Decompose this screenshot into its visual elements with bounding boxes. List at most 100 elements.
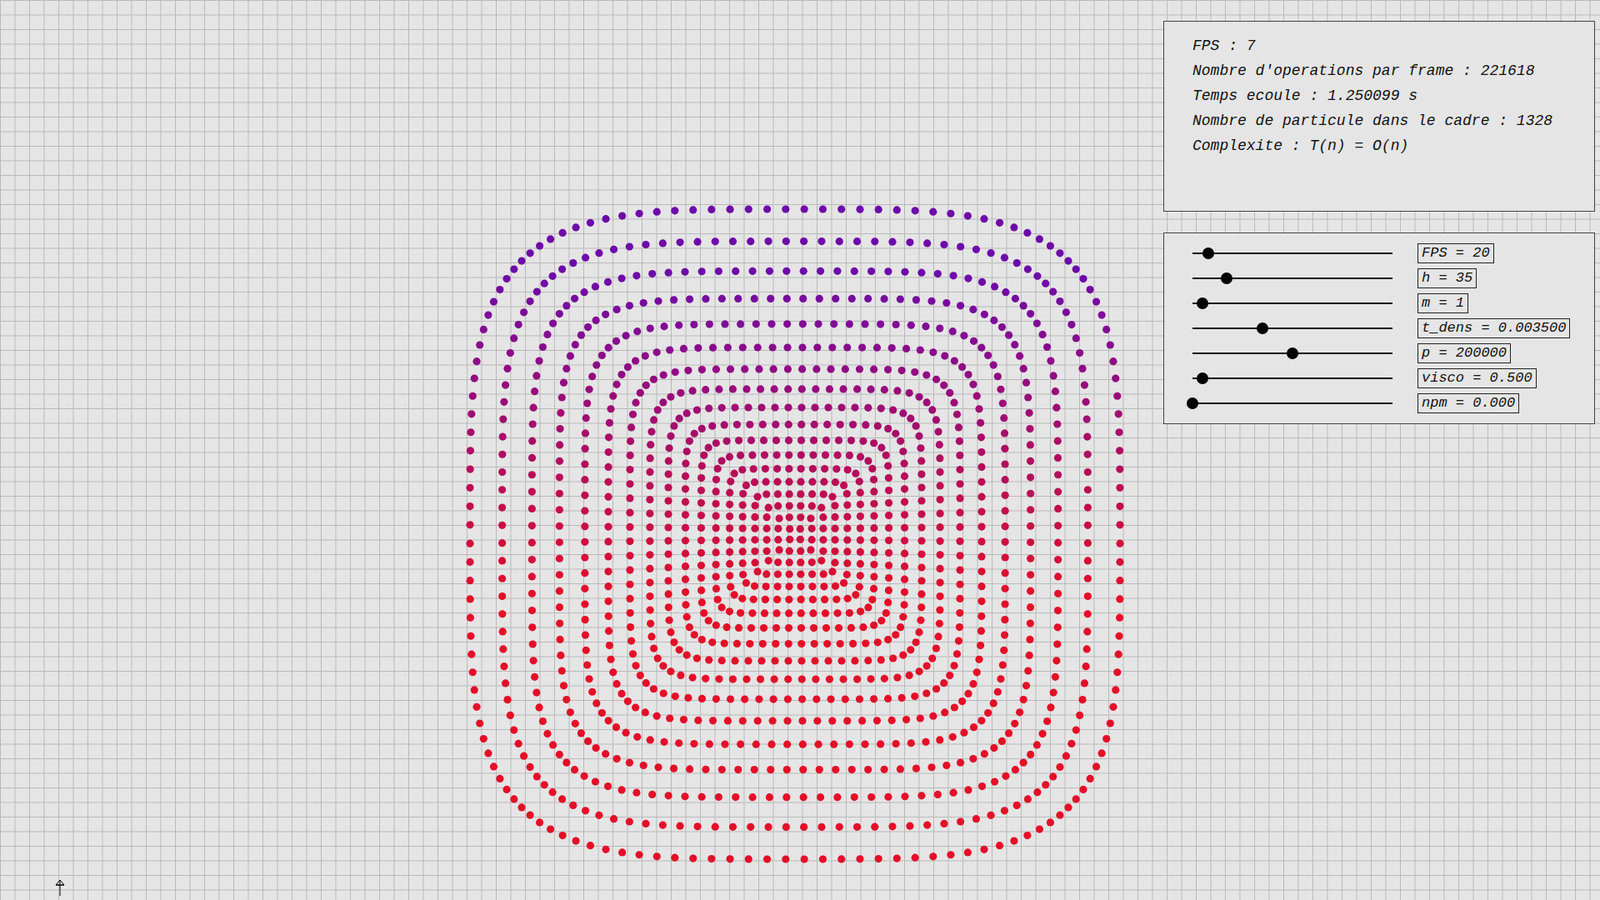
slider-track[interactable]: [1192, 402, 1393, 405]
particle: [996, 385, 1005, 394]
particle: [929, 348, 937, 356]
particle: [771, 640, 780, 648]
particle: [870, 511, 878, 520]
particle: [693, 654, 701, 662]
slider-track[interactable]: [1192, 327, 1393, 330]
particle: [670, 854, 679, 862]
particle: [627, 637, 635, 645]
particle: [735, 624, 743, 632]
particle: [885, 486, 893, 495]
particle: [1000, 254, 1009, 262]
particle: [467, 410, 475, 418]
particle: [752, 740, 760, 749]
particle: [975, 655, 983, 664]
particle: [929, 712, 937, 720]
particle: [750, 582, 759, 590]
particle: [976, 419, 985, 427]
particle: [626, 609, 635, 617]
particle: [681, 588, 690, 596]
particle: [888, 344, 896, 352]
particle: [470, 685, 479, 694]
particle: [1026, 619, 1035, 627]
particle: [697, 561, 705, 570]
particle: [708, 638, 716, 646]
slider-knob[interactable]: [1196, 372, 1209, 385]
particle: [824, 656, 832, 665]
particle: [917, 457, 925, 465]
particle: [813, 716, 821, 725]
particle: [707, 855, 715, 863]
particle: [782, 793, 790, 801]
particle: [1083, 645, 1091, 653]
slider-track[interactable]: [1192, 352, 1393, 355]
particle: [664, 590, 672, 598]
slider-track[interactable]: [1192, 302, 1393, 305]
slider-knob[interactable]: [1202, 247, 1215, 260]
particle: [664, 470, 672, 478]
particle: [580, 506, 589, 515]
particle: [571, 720, 580, 728]
particle: [577, 729, 585, 737]
particle: [845, 740, 854, 749]
particle: [766, 765, 775, 774]
particle: [606, 655, 615, 664]
particle: [759, 640, 767, 648]
slider-track[interactable]: [1192, 277, 1393, 280]
particle: [821, 609, 830, 617]
particle: [1020, 301, 1028, 310]
slider-knob[interactable]: [1220, 272, 1233, 285]
slider-knob[interactable]: [1256, 322, 1269, 335]
particle: [946, 210, 955, 218]
particle: [820, 570, 828, 578]
slider-knob[interactable]: [1186, 397, 1199, 410]
particle: [856, 500, 865, 509]
particle: [480, 325, 488, 334]
particle: [635, 210, 644, 218]
particle: [718, 765, 726, 774]
particle: [1013, 259, 1021, 267]
particle: [798, 385, 806, 393]
particle: [714, 595, 722, 604]
particle: [585, 675, 593, 683]
simulation-screen: FPS : 7Nombre d'operations par frame : 2…: [0, 0, 1600, 900]
particle: [889, 654, 897, 662]
particle: [1072, 725, 1080, 734]
particle: [884, 425, 892, 433]
slider-track[interactable]: [1192, 377, 1393, 380]
particle: [604, 567, 612, 575]
particle: [664, 483, 672, 491]
particle: [942, 299, 950, 307]
particle: [762, 478, 770, 486]
particle: [767, 320, 775, 328]
particle: [830, 740, 838, 749]
particle: [844, 595, 852, 603]
slider-knob[interactable]: [1286, 347, 1299, 360]
particle: [955, 609, 964, 617]
particle: [746, 823, 755, 831]
particle: [1086, 285, 1095, 294]
particle: [1026, 457, 1035, 465]
info-line: Temps ecoule : 1.250099 s: [1192, 83, 1578, 109]
particle: [900, 460, 908, 468]
particle: [837, 656, 845, 665]
particle: [660, 322, 668, 330]
particle: [980, 750, 989, 758]
particle: [650, 645, 658, 653]
slider-knob[interactable]: [1196, 297, 1209, 310]
particle: [900, 536, 909, 545]
slider-value: t_dens = 0.003500: [1417, 318, 1570, 339]
particle: [1113, 392, 1121, 400]
particle: [855, 205, 864, 214]
particle: [632, 271, 640, 280]
particle: [711, 548, 720, 556]
particle: [892, 740, 900, 748]
particle: [558, 393, 566, 401]
particle: [785, 525, 794, 533]
particle: [1115, 502, 1124, 510]
particle: [761, 465, 770, 473]
particle: [820, 582, 828, 590]
particle: [935, 592, 944, 600]
particle: [555, 505, 564, 514]
slider-track[interactable]: [1192, 252, 1393, 255]
particle: [530, 673, 539, 681]
